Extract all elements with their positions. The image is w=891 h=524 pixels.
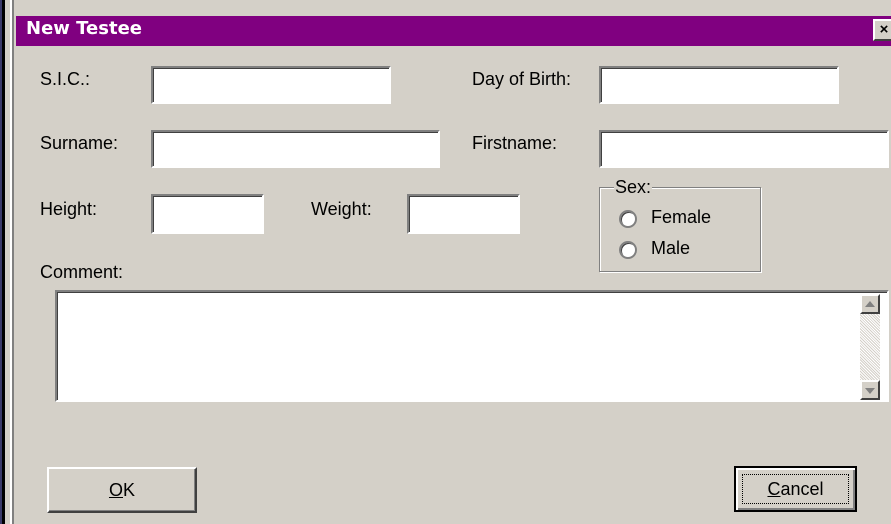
cancel-focus-rect (742, 474, 849, 504)
ok-label: K (123, 480, 136, 500)
day-of-birth-input[interactable] (599, 66, 839, 104)
male-radio[interactable] (619, 241, 637, 259)
close-icon: × (879, 21, 889, 38)
scroll-down-button[interactable] (860, 380, 880, 400)
firstname-label: Firstname: (472, 133, 558, 153)
sex-groupbox (599, 187, 761, 272)
height-input[interactable] (151, 194, 264, 234)
scroll-down-arrow-icon (865, 388, 875, 394)
surname-input[interactable] (151, 130, 440, 168)
dialog-window: New Testee × S.I.C.: Day of Birth: Surna… (0, 0, 891, 524)
sex-group-label: Sex: (614, 177, 653, 198)
comment-textarea[interactable] (55, 290, 889, 402)
sic-label: S.I.C.: (40, 69, 91, 89)
scroll-up-button[interactable] (860, 294, 880, 314)
close-button[interactable]: × (873, 19, 891, 41)
firstname-input[interactable] (599, 130, 889, 168)
title-bar[interactable] (16, 16, 891, 46)
window-left-border (0, 0, 14, 524)
day-of-birth-label: Day of Birth: (472, 69, 572, 89)
sic-input[interactable] (151, 66, 391, 104)
scroll-up-arrow-icon (865, 301, 875, 307)
height-label: Height: (40, 199, 98, 219)
ok-mnemonic: O (108, 480, 123, 500)
female-radio[interactable] (619, 210, 637, 228)
female-radio-label[interactable]: Female (651, 207, 711, 228)
weight-label: Weight: (311, 199, 372, 219)
ok-button[interactable]: OK (47, 467, 197, 513)
weight-input[interactable] (407, 194, 520, 234)
male-radio-label[interactable]: Male (651, 238, 690, 259)
comment-label: Comment: (40, 262, 124, 282)
surname-label: Surname: (40, 133, 119, 153)
window-title: New Testee (26, 18, 142, 39)
